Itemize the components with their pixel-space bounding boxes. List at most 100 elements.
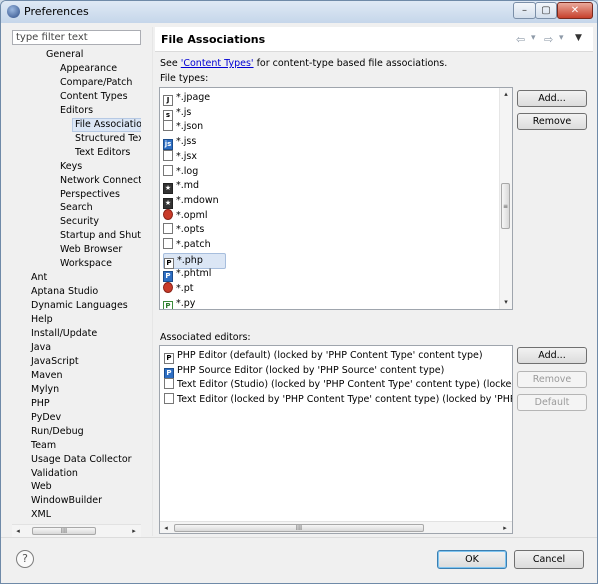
scroll-down-icon[interactable]: ▾ (500, 296, 512, 308)
tree-item[interactable]: Usage Data Collector (31, 454, 132, 466)
tree-item[interactable]: Dynamic Languages (31, 300, 128, 312)
scroll-left-icon[interactable]: ◂ (12, 525, 24, 537)
tree-item[interactable]: Install/Update (31, 328, 97, 340)
tree-item[interactable]: Team (31, 440, 56, 452)
add-editor-button[interactable]: Add... (517, 347, 587, 364)
tree-item[interactable]: Structured Text Edit (75, 133, 141, 145)
add-file-type-button[interactable]: Add... (517, 90, 587, 107)
tree-item[interactable]: Text Editors (75, 147, 130, 159)
tree-item[interactable]: Validation (31, 468, 78, 480)
tree-item[interactable]: Workspace (60, 258, 112, 270)
close-button[interactable]: ✕ (557, 2, 593, 19)
editors-horizontal-scrollbar[interactable]: ◂ III ▸ (160, 521, 512, 533)
file-type-icon: P (163, 300, 173, 309)
file-type-row[interactable]: P *.php (163, 252, 226, 269)
file-type-row[interactable]: J *.jpage (163, 91, 211, 106)
tree-item[interactable]: General (46, 49, 83, 61)
scroll-up-icon[interactable]: ▴ (500, 88, 512, 100)
editor-label: Text Editor (locked by 'PHP Content Type… (177, 394, 512, 406)
file-type-label: *.mdown (176, 194, 219, 206)
scroll-thumb[interactable]: III (174, 524, 424, 532)
tree-item[interactable]: Run/Debug (31, 426, 84, 438)
tree-item[interactable]: Perspectives (60, 189, 120, 201)
file-type-row[interactable]: ★ *.md (163, 179, 199, 195)
tree-item[interactable]: Ant (31, 272, 47, 284)
tree-item[interactable]: Search (60, 202, 93, 214)
file-type-row[interactable]: *.jsx (163, 149, 197, 164)
tree-item[interactable]: XML (31, 509, 51, 521)
file-types-list[interactable]: J *.jpage s *.js *.json js *.jss *.jsx *.log ★ *.m… (159, 87, 513, 310)
remove-editor-button[interactable]: Remove (517, 371, 587, 388)
tree-item[interactable]: File Associations (72, 117, 141, 132)
scroll-thumb[interactable]: ≡ (501, 183, 510, 229)
cancel-button[interactable]: Cancel (514, 550, 584, 569)
view-menu-icon[interactable]: ▼ (575, 33, 582, 43)
help-icon[interactable]: ? (16, 550, 34, 568)
scroll-thumb[interactable]: III (32, 527, 96, 535)
tree-item[interactable]: Help (31, 314, 53, 326)
button-bar-separator (1, 537, 597, 538)
file-type-label: *.jpage (176, 92, 211, 103)
tree-item[interactable]: Mylyn (31, 384, 59, 396)
back-arrow-icon[interactable]: ⇦ (516, 33, 525, 46)
associated-editor-row[interactable]: Text Editor (Studio) (locked by 'PHP Con… (164, 378, 512, 392)
file-type-row[interactable]: *.json (163, 120, 203, 134)
default-editor-button[interactable]: Default (517, 394, 587, 411)
tree-horizontal-scrollbar[interactable]: ◂ III ▸ (12, 524, 141, 538)
associated-editor-row[interactable]: P PHP Source Editor (locked by 'PHP Sourc… (164, 364, 444, 379)
file-type-icon (163, 282, 173, 294)
file-type-row[interactable]: *.log (163, 164, 198, 179)
scroll-left-icon[interactable]: ◂ (160, 522, 172, 533)
content-types-link[interactable]: 'Content Types' (181, 58, 254, 69)
tree-item[interactable]: Network Connections (60, 175, 141, 187)
tree-item[interactable]: WindowBuilder (31, 495, 102, 507)
tree-item[interactable]: Compare/Patch (60, 77, 132, 89)
associated-editor-row[interactable]: P PHP Editor (default) (locked by 'PHP Co… (164, 349, 483, 364)
file-type-row[interactable]: ★ *.mdown (163, 194, 219, 209)
tree-item[interactable]: Startup and Shutdown (60, 230, 141, 242)
forward-menu-chevron-icon[interactable]: ▾ (559, 33, 564, 43)
preferences-tree[interactable]: General Appearance Compare/Patch Content Ty… (12, 48, 141, 524)
tree-item[interactable]: Keys (60, 161, 82, 173)
remove-file-type-button[interactable]: Remove (517, 113, 587, 130)
filter-input[interactable] (12, 30, 141, 45)
back-menu-chevron-icon[interactable]: ▾ (531, 33, 536, 43)
file-type-label: *.opml (176, 209, 208, 221)
ok-button[interactable]: OK (437, 550, 507, 569)
associated-editor-row[interactable]: Text Editor (locked by 'PHP Content Type… (164, 393, 512, 407)
file-type-row[interactable]: s *.js (163, 106, 191, 121)
file-type-row[interactable]: *.opts (163, 223, 204, 237)
tree-item[interactable]: Security (60, 216, 99, 228)
file-type-row[interactable]: *.patch (163, 238, 211, 252)
scroll-right-icon[interactable]: ▸ (499, 522, 511, 533)
maximize-button[interactable]: ▢ (535, 2, 557, 19)
scroll-right-icon[interactable]: ▸ (128, 525, 140, 537)
associated-editors-list[interactable]: P PHP Editor (default) (locked by 'PHP Co… (159, 345, 513, 534)
file-type-label: *.py (176, 297, 196, 309)
title-bar[interactable]: Preferences – ▢ ✕ (1, 1, 597, 23)
file-type-row[interactable]: P *.py (163, 297, 196, 309)
minimize-button[interactable]: – (513, 2, 536, 19)
file-type-icon: J (163, 95, 173, 106)
file-type-row[interactable]: P *.phtml (163, 267, 211, 283)
forward-arrow-icon[interactable]: ⇨ (544, 33, 553, 46)
tree-item[interactable]: Java (31, 342, 51, 354)
file-type-row[interactable]: *.opml (163, 208, 208, 223)
file-types-vertical-scrollbar[interactable]: ▴ ≡ ▾ (499, 88, 512, 309)
tree-item[interactable]: Web Browser (60, 244, 122, 256)
file-type-icon: ★ (163, 197, 173, 209)
tree-item[interactable]: Appearance (60, 63, 117, 75)
file-type-row[interactable]: js *.jss (163, 135, 196, 151)
tree-item[interactable]: Web (31, 481, 52, 493)
tree-item[interactable]: PHP (31, 398, 50, 410)
tree-item[interactable]: JavaScript (31, 356, 79, 368)
file-type-row[interactable]: *.pt (163, 282, 194, 296)
tree-item[interactable]: Content Types (60, 91, 128, 103)
tree-item[interactable]: PyDev (31, 412, 61, 424)
preferences-window: Preferences – ▢ ✕ General Appearance Compa… (0, 0, 598, 584)
file-type-label: *.pt (176, 283, 194, 295)
tree-item[interactable]: Aptana Studio (31, 286, 98, 298)
tree-item[interactable]: Editors (60, 105, 93, 117)
file-type-icon (163, 164, 173, 176)
tree-item[interactable]: Maven (31, 370, 63, 382)
